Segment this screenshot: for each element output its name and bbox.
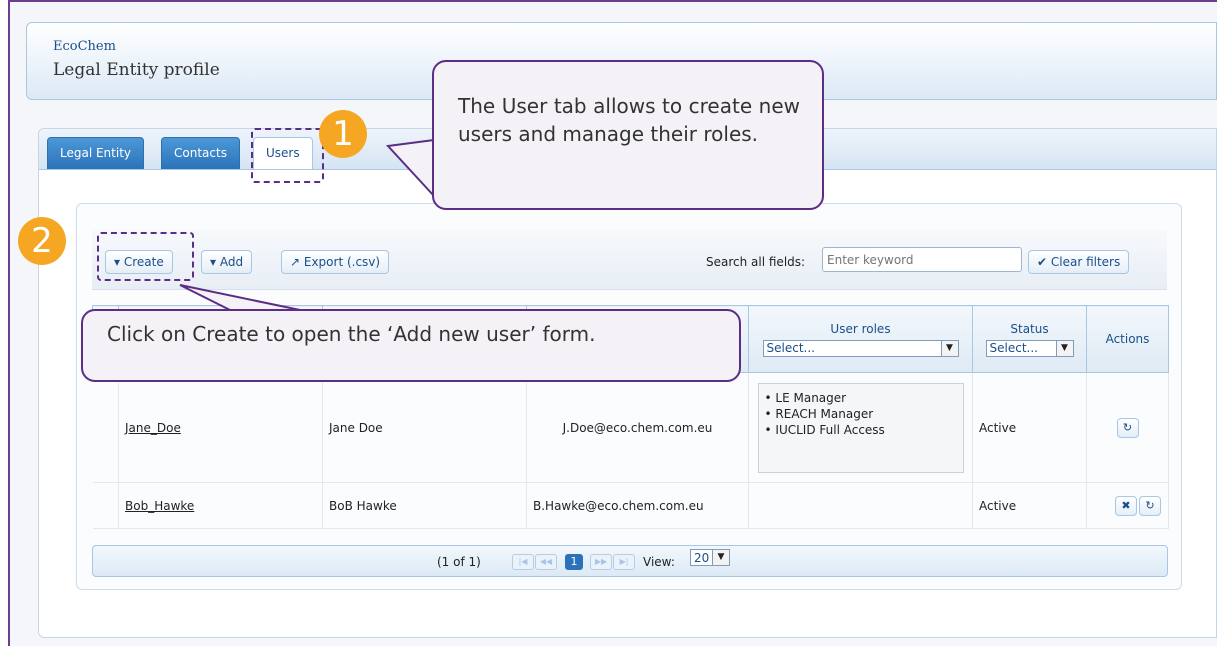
step-2-badge: 2 — [18, 217, 66, 265]
callout-2-text: Click on Create to open the ‘Add new use… — [107, 322, 596, 346]
callout-1-pointer — [385, 139, 435, 197]
step-1-badge: 1 — [319, 110, 367, 158]
callout-create: Click on Create to open the ‘Add new use… — [81, 309, 741, 382]
callout-2-pointer — [179, 284, 301, 311]
callout-1-text: The User tab allows to create new users … — [458, 94, 800, 146]
callout-users-tab: The User tab allows to create new users … — [432, 60, 824, 210]
